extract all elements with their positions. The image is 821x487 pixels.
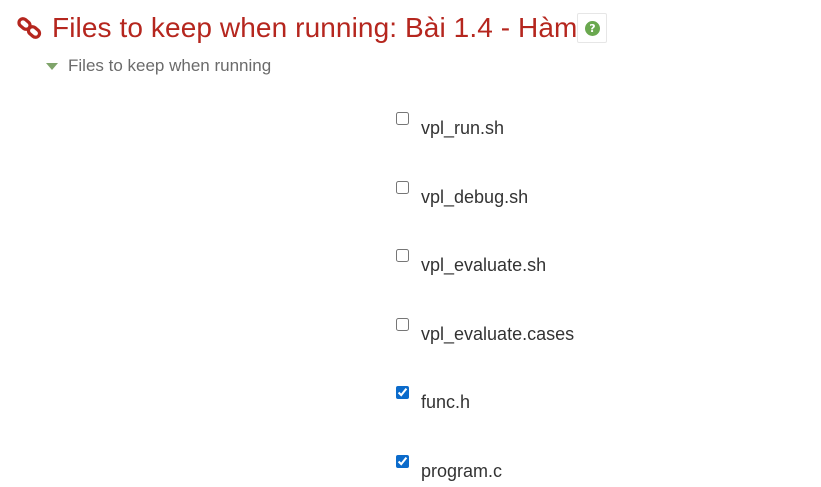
question-help-icon: ? — [584, 20, 600, 36]
file-checkbox[interactable] — [396, 180, 409, 194]
file-checkbox[interactable] — [396, 317, 409, 331]
file-checkbox[interactable] — [396, 249, 409, 263]
file-name: vpl_debug.sh — [421, 186, 529, 207]
file-name: vpl_evaluate.cases — [421, 323, 575, 344]
file-name: func.h — [421, 392, 471, 413]
file-checkbox[interactable] — [396, 386, 409, 400]
page-title: Files to keep when running: Bài 1.4 - Hà… — [52, 12, 578, 43]
section-toggle-files-to-keep[interactable]: Files to keep when running — [46, 54, 271, 78]
file-name: program.c — [421, 460, 503, 481]
file-checkbox[interactable] — [396, 112, 409, 125]
file-name: vpl_run.sh — [421, 118, 505, 138]
page-heading: Files to keep when running: Bài 1.4 - Hà… — [16, 10, 608, 46]
help-button[interactable]: ? — [577, 13, 608, 43]
section-label: Files to keep when running — [68, 56, 272, 75]
file-name: vpl_evaluate.sh — [421, 255, 547, 276]
caret-down-icon — [46, 63, 58, 70]
link-icon — [16, 14, 44, 42]
page: Files to keep when running: Bài 1.4 - Hà… — [0, 0, 821, 487]
file-checkbox[interactable] — [396, 454, 409, 468]
